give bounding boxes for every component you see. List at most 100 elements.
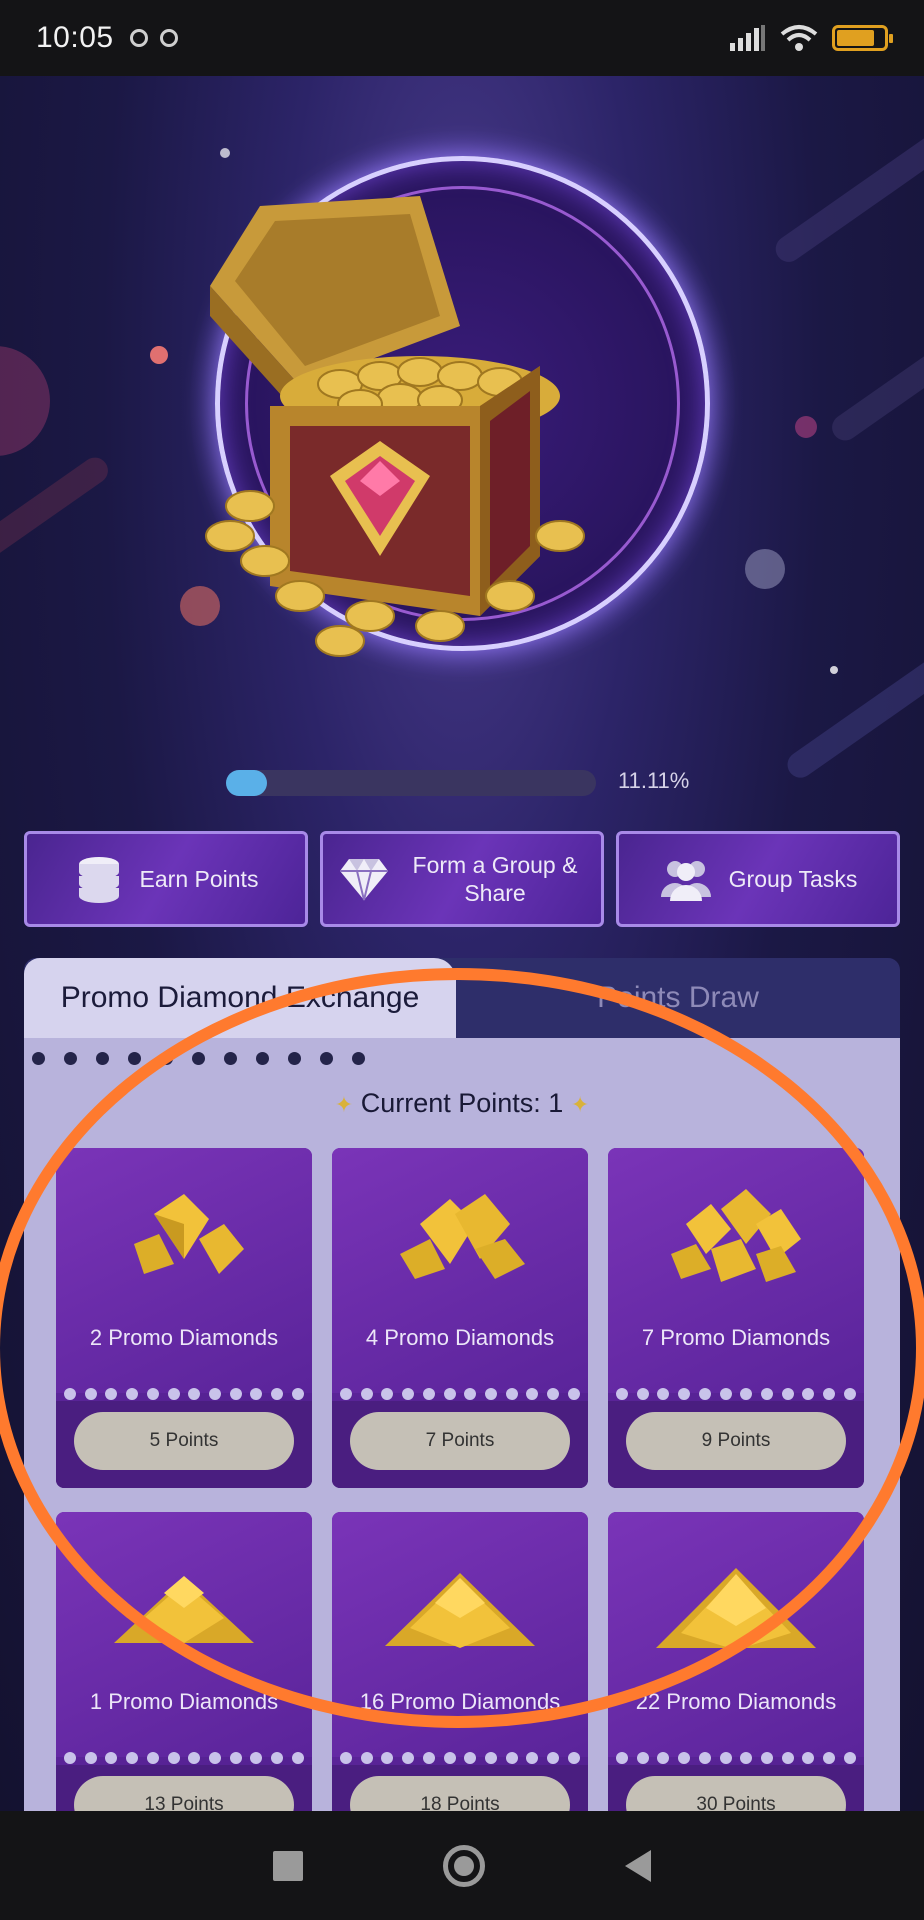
reward-title: 16 Promo Diamonds — [359, 1689, 561, 1714]
perforation-dot — [167, 1752, 180, 1764]
earn-points-button[interactable]: Earn Points — [24, 831, 308, 927]
perforation-dot — [146, 1752, 159, 1764]
hero-banner: 11.11% Earn Points Form a Group & Share — [0, 76, 924, 1811]
reward-price-button[interactable]: 7 Points — [350, 1412, 570, 1470]
perforation-dot — [229, 1752, 242, 1764]
perforation-dot — [678, 1752, 691, 1764]
treasure-chest-image — [205, 196, 585, 657]
perforation-dot — [802, 1752, 815, 1764]
perforation-dot — [678, 1388, 691, 1400]
reward-card[interactable]: 4 Promo Diamonds 7 Points — [332, 1148, 588, 1488]
reward-card[interactable]: 7 Promo Diamonds 9 Points — [608, 1148, 864, 1488]
reward-price-button[interactable]: 13 Points — [74, 1776, 294, 1811]
perforation-dot — [291, 1752, 304, 1764]
perforation-dot — [250, 1388, 263, 1400]
reward-price-button[interactable]: 5 Points — [74, 1412, 294, 1470]
current-points: ✦ Current Points: 1 ✦ — [24, 1088, 900, 1119]
notification-icon — [159, 29, 178, 47]
perforation-dot — [64, 1752, 76, 1764]
perforation-dot — [802, 1388, 815, 1400]
perforation-dot — [719, 1388, 732, 1400]
progress-fill — [226, 770, 268, 796]
group-tasks-label: Group Tasks — [728, 866, 858, 892]
sparkle-icon: ✦ — [334, 1092, 354, 1117]
progress-label: 11.11% — [618, 768, 690, 793]
perforation-dot — [188, 1388, 201, 1400]
group-tasks-button[interactable]: Group Tasks — [616, 831, 900, 927]
current-points-label: Current Points: 1 — [360, 1088, 564, 1118]
perforation-dot — [167, 1388, 180, 1400]
back-button[interactable] — [625, 1849, 651, 1882]
perforation-dot — [740, 1752, 753, 1764]
perforation-dot — [698, 1388, 711, 1400]
tab-points-draw[interactable]: Points Draw — [456, 958, 900, 1038]
notification-icon — [129, 29, 148, 47]
perforation-dot — [567, 1388, 580, 1400]
perforation-dot — [340, 1388, 352, 1400]
perforation-dot — [192, 1052, 205, 1065]
card-perforation — [616, 1388, 856, 1400]
perforation-dot — [128, 1052, 141, 1065]
perforation-dot — [105, 1752, 118, 1764]
perforation-dot — [64, 1388, 76, 1400]
gold-diamonds-icon — [400, 1194, 525, 1279]
gold-diamonds-icon — [656, 1568, 816, 1650]
reward-card[interactable]: 1 Promo Diamonds 13 Points — [56, 1512, 312, 1811]
perforation-dot — [209, 1388, 222, 1400]
form-group-share-label: Form a Group & Share — [412, 852, 578, 906]
card-perforation — [64, 1388, 304, 1400]
perforation-dot — [360, 1752, 373, 1764]
card-perforation — [340, 1388, 580, 1400]
tab-promo-diamond-exchange[interactable]: Promo Diamond Exchange — [24, 958, 456, 1038]
perforation-dot — [485, 1388, 498, 1400]
reward-grid: 2 Promo Diamonds 5 Points 4 Promo Diamon… — [56, 1148, 870, 1811]
perforation-dot — [402, 1752, 415, 1764]
sparkle-icon: ✦ — [570, 1092, 590, 1117]
perforation-dot — [616, 1752, 628, 1764]
reward-price-button[interactable]: 30 Points — [626, 1776, 846, 1811]
coins-stack-icon — [78, 857, 119, 903]
perforation-dot — [340, 1752, 352, 1764]
reward-price-button[interactable]: 9 Points — [626, 1412, 846, 1470]
reward-title: 2 Promo Diamonds — [89, 1325, 279, 1350]
perforation-dot — [352, 1052, 365, 1065]
perforation-dot — [547, 1752, 560, 1764]
status-bar: 10:05 — [0, 0, 924, 76]
perforation-dot — [843, 1752, 856, 1764]
perforation-dot — [657, 1752, 670, 1764]
perforation-dot — [256, 1052, 269, 1065]
battery-icon — [832, 25, 893, 51]
gold-diamonds-icon — [114, 1576, 254, 1643]
reward-price-button[interactable]: 18 Points — [350, 1776, 570, 1811]
reward-card[interactable]: 2 Promo Diamonds 5 Points — [56, 1148, 312, 1488]
perforation-dot — [402, 1388, 415, 1400]
perforation-dot — [188, 1752, 201, 1764]
card-perforation — [340, 1752, 580, 1764]
form-group-share-button[interactable]: Form a Group & Share — [320, 831, 604, 927]
perforation-dot — [209, 1752, 222, 1764]
progress-bar — [226, 770, 596, 796]
perforation-dot — [616, 1388, 628, 1400]
group-people-icon — [660, 861, 711, 901]
reward-card[interactable]: 22 Promo Diamonds 30 Points — [608, 1512, 864, 1811]
home-button[interactable] — [443, 1844, 485, 1887]
perforation-dot — [291, 1388, 304, 1400]
perforation-dot — [823, 1388, 836, 1400]
perforation-dot — [485, 1752, 498, 1764]
card-perforation — [616, 1752, 856, 1764]
perforation-dot — [636, 1752, 649, 1764]
wifi-icon — [780, 25, 818, 51]
perforation-dot — [271, 1388, 284, 1400]
perforation-dot — [96, 1052, 109, 1065]
perforation-dot — [160, 1052, 173, 1065]
perforation-dot — [146, 1388, 159, 1400]
action-buttons: Earn Points Form a Group & Share Group T… — [24, 831, 900, 927]
perforation-dot — [84, 1752, 97, 1764]
gold-diamonds-icon — [385, 1573, 535, 1648]
perforation-dot — [719, 1752, 732, 1764]
perforation-dot — [443, 1752, 456, 1764]
earn-points-label: Earn Points — [139, 866, 259, 892]
perforation-dot — [761, 1388, 774, 1400]
reward-card[interactable]: 16 Promo Diamonds 18 Points — [332, 1512, 588, 1811]
recents-button[interactable] — [273, 1850, 303, 1881]
